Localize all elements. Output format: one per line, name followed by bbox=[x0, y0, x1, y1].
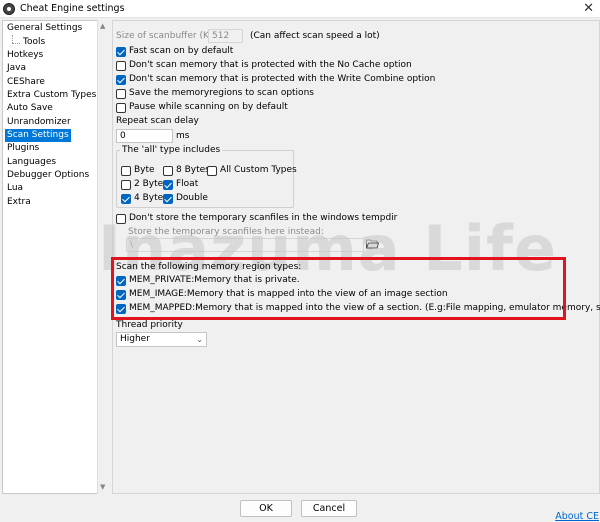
tree-item-languages[interactable]: Languages bbox=[5, 156, 58, 169]
tree-item-general-settings[interactable]: General Settings bbox=[5, 22, 84, 35]
2-bytes-checkbox[interactable] bbox=[121, 180, 131, 190]
tempfile-path-input[interactable]: \ bbox=[126, 238, 364, 252]
fast-scan-checkbox[interactable] bbox=[116, 47, 126, 57]
tree-item-plugins[interactable]: Plugins bbox=[5, 142, 41, 155]
no-cache-label: Don't scan memory that is protected with… bbox=[129, 60, 412, 70]
button-bar: OK Cancel About CE bbox=[0, 494, 600, 522]
tree-item-lua[interactable]: Lua bbox=[5, 182, 25, 195]
scroll-up-icon[interactable]: ▲ bbox=[100, 22, 105, 30]
thread-priority-label: Thread priority bbox=[116, 320, 183, 330]
repeat-delay-input[interactable]: 0 bbox=[116, 129, 173, 143]
highlight-annotation-box bbox=[111, 257, 566, 320]
scroll-down-icon[interactable]: ▼ bbox=[100, 483, 105, 491]
save-regions-checkbox[interactable] bbox=[116, 89, 126, 99]
tree-item-debugger-options[interactable]: Debugger Options bbox=[5, 169, 91, 182]
pause-scanning-label: Pause while scanning on by default bbox=[129, 102, 288, 112]
byte-label: Byte bbox=[134, 165, 155, 175]
fast-scan-label: Fast scan on by default bbox=[129, 46, 234, 56]
cheat-engine-icon bbox=[3, 3, 15, 15]
tree-item-ceshare[interactable]: CEShare bbox=[5, 76, 47, 89]
all-type-title: The 'all' type includes bbox=[120, 144, 223, 156]
tree-item-auto-save[interactable]: Auto Save bbox=[5, 102, 55, 115]
no-cache-checkbox[interactable] bbox=[116, 61, 126, 71]
pause-scanning-checkbox[interactable] bbox=[116, 103, 126, 113]
scanbuffer-input[interactable]: 512 bbox=[208, 29, 243, 43]
about-ce-link[interactable]: About CE bbox=[555, 511, 599, 522]
4-bytes-checkbox[interactable] bbox=[121, 194, 131, 204]
tree-item-extra-custom-types[interactable]: Extra Custom Types bbox=[5, 89, 98, 102]
chevron-down-icon: ⌄ bbox=[196, 335, 203, 344]
tree-item-java[interactable]: Java bbox=[5, 62, 28, 75]
tree-item-tools[interactable]: Tools bbox=[21, 36, 47, 49]
folder-open-icon[interactable] bbox=[366, 238, 379, 249]
byte-checkbox[interactable] bbox=[121, 166, 131, 176]
scanbuffer-hint: (Can affect scan speed a lot) bbox=[250, 31, 380, 41]
dont-store-tempfiles-checkbox[interactable] bbox=[116, 214, 126, 224]
8-bytes-label: 8 Bytes bbox=[176, 165, 210, 175]
dont-store-tempfiles-label: Don't store the temporary scanfiles in t… bbox=[129, 213, 398, 223]
double-checkbox[interactable] bbox=[163, 194, 173, 204]
float-label: Float bbox=[176, 179, 199, 189]
repeat-delay-unit: ms bbox=[176, 131, 190, 141]
tree-item-hotkeys[interactable]: Hotkeys bbox=[5, 49, 45, 62]
write-combine-label: Don't scan memory that is protected with… bbox=[129, 74, 436, 84]
all-custom-types-checkbox[interactable] bbox=[207, 166, 217, 176]
8-bytes-checkbox[interactable] bbox=[163, 166, 173, 176]
tree-item-extra[interactable]: Extra bbox=[5, 196, 33, 209]
cancel-button[interactable]: Cancel bbox=[301, 500, 357, 517]
ok-button[interactable]: OK bbox=[240, 500, 292, 517]
window-title: Cheat Engine settings bbox=[20, 3, 125, 14]
title-bar: Cheat Engine settings ✕ bbox=[0, 0, 600, 18]
save-regions-label: Save the memoryregions to scan options bbox=[129, 88, 314, 98]
close-icon[interactable]: ✕ bbox=[583, 1, 594, 16]
double-label: Double bbox=[176, 193, 208, 203]
thread-priority-select[interactable]: Higher ⌄ bbox=[116, 332, 207, 347]
tree-scrollbar[interactable]: ▲ ▼ bbox=[97, 20, 109, 494]
write-combine-checkbox[interactable] bbox=[116, 75, 126, 85]
all-custom-types-label: All Custom Types bbox=[220, 165, 297, 175]
thread-priority-value: Higher bbox=[120, 334, 150, 344]
repeat-delay-label: Repeat scan delay bbox=[116, 116, 199, 126]
tree-item-scan-settings[interactable]: Scan Settings bbox=[5, 129, 71, 142]
settings-tree[interactable]: General Settings Tools Hotkeys Java CESh… bbox=[2, 20, 109, 494]
tree-item-unrandomizer[interactable]: Unrandomizer bbox=[5, 116, 73, 129]
float-checkbox[interactable] bbox=[163, 180, 173, 190]
